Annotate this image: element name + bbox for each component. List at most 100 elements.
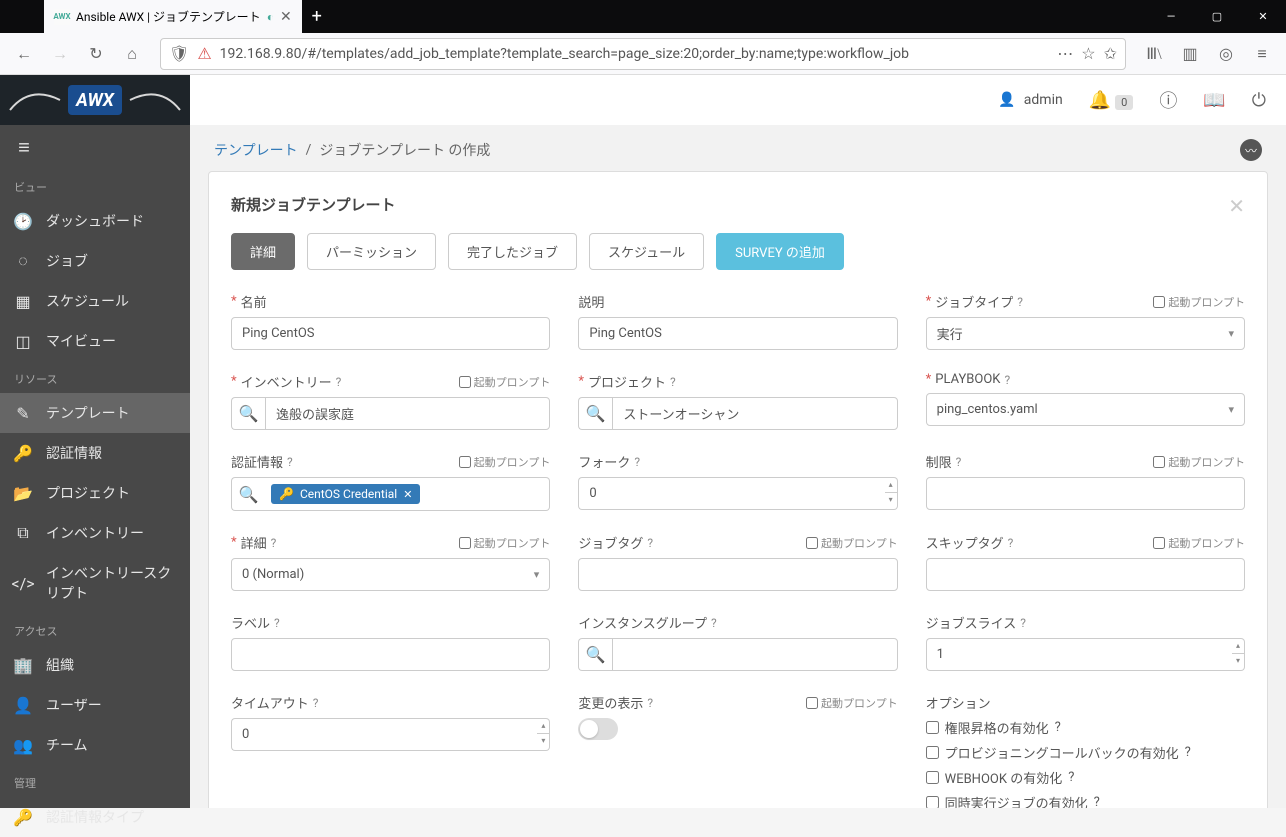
timeout-input[interactable]: [231, 718, 537, 751]
search-icon[interactable]: 🔍: [231, 397, 265, 430]
help-icon[interactable]: ?: [647, 536, 653, 550]
playbook-select[interactable]: ping_centos.yaml: [926, 393, 1245, 426]
tab-permissions[interactable]: パーミッション: [307, 233, 436, 270]
help-icon[interactable]: ?: [1094, 795, 1100, 808]
credentials-prompt-checkbox[interactable]: [459, 456, 471, 468]
instance-groups-input[interactable]: [612, 638, 897, 671]
new-tab-icon[interactable]: +: [312, 6, 322, 27]
limit-prompt-checkbox[interactable]: [1153, 456, 1165, 468]
reader-icon[interactable]: ☆: [1081, 44, 1095, 63]
sidebar-item-inventories[interactable]: ⧉インベントリー: [0, 513, 190, 553]
label-input[interactable]: [231, 638, 550, 671]
window-maximize-icon[interactable]: ▢: [1194, 0, 1240, 33]
hamburger-icon[interactable]: ≡: [0, 125, 48, 169]
refresh-icon[interactable]: ↻: [80, 38, 112, 70]
docs-icon[interactable]: 📖: [1203, 90, 1225, 111]
help-icon[interactable]: ?: [711, 616, 717, 630]
shield-icon[interactable]: 🛡: [169, 44, 189, 63]
panel-close-icon[interactable]: ✕: [1228, 194, 1245, 218]
window-minimize-icon[interactable]: —: [1148, 0, 1194, 33]
sidebar-item-organizations[interactable]: 🏢組織: [0, 645, 190, 685]
sidebar-item-users[interactable]: 👤ユーザー: [0, 685, 190, 725]
stepper-up-icon[interactable]: ▴: [1232, 639, 1244, 654]
power-icon[interactable]: ⏻: [1252, 90, 1266, 111]
activity-icon[interactable]: 〰: [1240, 139, 1262, 161]
tab-details[interactable]: 詳細: [231, 233, 295, 270]
tab-add-survey[interactable]: SURVEY の追加: [716, 233, 844, 270]
library-icon[interactable]: Ⅲ\: [1138, 38, 1170, 70]
sidebar-item-inventory-scripts[interactable]: </>インベントリースクリプト: [0, 553, 190, 613]
search-icon[interactable]: 🔍: [231, 477, 265, 511]
jobtags-input[interactable]: [578, 558, 897, 591]
forks-input[interactable]: [578, 477, 884, 510]
name-input[interactable]: [231, 317, 550, 350]
help-icon[interactable]: ?: [1185, 745, 1191, 760]
option-concurrent[interactable]: [926, 796, 939, 808]
credentials-box[interactable]: 🔑CentOS Credential✕: [265, 477, 550, 511]
help-icon[interactable]: ?: [670, 375, 676, 389]
notifications-button[interactable]: 🔔0: [1089, 90, 1134, 111]
help-icon[interactable]: ?: [271, 536, 277, 550]
option-webhook[interactable]: [926, 771, 939, 784]
search-icon[interactable]: 🔍: [578, 638, 612, 671]
menu-icon[interactable]: ≡: [1246, 38, 1278, 70]
tab-close-icon[interactable]: ✕: [280, 9, 292, 25]
option-provisioning[interactable]: [926, 746, 939, 759]
more-icon[interactable]: ⋯: [1057, 44, 1073, 63]
help-icon[interactable]: ?: [1020, 616, 1026, 630]
tab-schedules[interactable]: スケジュール: [589, 233, 704, 270]
sidebar-item-templates[interactable]: ✎テンプレート: [0, 393, 190, 433]
project-input[interactable]: [612, 397, 897, 430]
inventory-input[interactable]: [265, 397, 550, 430]
jobtype-select[interactable]: 実行: [926, 317, 1245, 350]
stepper-down-icon[interactable]: ▾: [1232, 654, 1244, 668]
home-icon[interactable]: ⌂: [116, 38, 148, 70]
help-icon[interactable]: ?: [1017, 295, 1023, 309]
sidebar-item-teams[interactable]: 👥チーム: [0, 725, 190, 765]
tab-completed-jobs[interactable]: 完了したジョブ: [448, 233, 577, 270]
sidebar-icon[interactable]: ▥: [1174, 38, 1206, 70]
job-slices-input[interactable]: [926, 638, 1232, 671]
account-icon[interactable]: ◎: [1210, 38, 1242, 70]
sidebar-item-dashboard[interactable]: 🕑ダッシュボード: [0, 201, 190, 241]
stepper-up-icon[interactable]: ▴: [885, 478, 897, 493]
help-icon[interactable]: ?: [1008, 536, 1014, 550]
help-icon[interactable]: ?: [313, 696, 319, 710]
forward-icon[interactable]: →: [44, 38, 76, 70]
limit-input[interactable]: [926, 477, 1245, 510]
detail-select[interactable]: 0 (Normal): [231, 558, 550, 591]
inventory-prompt-checkbox[interactable]: [459, 376, 471, 388]
skiptags-prompt-checkbox[interactable]: [1153, 537, 1165, 549]
help-icon[interactable]: ?: [287, 455, 293, 469]
detail-prompt-checkbox[interactable]: [459, 537, 471, 549]
star-icon[interactable]: ✩: [1104, 44, 1117, 63]
url-bar[interactable]: 🛡 ⚠ 192.168.9.80/#/templates/add_job_tem…: [160, 38, 1126, 70]
stepper-down-icon[interactable]: ▾: [885, 493, 897, 507]
back-icon[interactable]: ←: [8, 38, 40, 70]
search-icon[interactable]: 🔍: [578, 397, 612, 430]
sidebar-item-myview[interactable]: ◫マイビュー: [0, 321, 190, 361]
jobtags-prompt-checkbox[interactable]: [806, 537, 818, 549]
skiptags-input[interactable]: [926, 558, 1245, 591]
sidebar-item-projects[interactable]: 📂プロジェクト: [0, 473, 190, 513]
help-icon[interactable]: ?: [1055, 720, 1061, 735]
description-input[interactable]: [578, 317, 897, 350]
credential-chip[interactable]: 🔑CentOS Credential✕: [271, 484, 420, 504]
sidebar-item-cred-types[interactable]: 🔑認証情報タイプ: [0, 797, 190, 837]
jobtype-prompt-checkbox[interactable]: [1153, 296, 1165, 308]
breadcrumb-templates[interactable]: テンプレート: [214, 140, 298, 160]
help-icon[interactable]: ?: [1068, 770, 1074, 785]
showchanges-prompt-checkbox[interactable]: [806, 697, 818, 709]
url-text[interactable]: 192.168.9.80/#/templates/add_job_templat…: [220, 46, 1050, 62]
stepper-up-icon[interactable]: ▴: [537, 719, 549, 734]
help-icon[interactable]: ?: [1004, 373, 1010, 387]
sidebar-item-credentials[interactable]: 🔑認証情報: [0, 433, 190, 473]
help-icon[interactable]: ?: [647, 696, 653, 710]
help-icon[interactable]: ?: [634, 455, 640, 469]
sidebar-item-schedules[interactable]: ▦スケジュール: [0, 281, 190, 321]
chip-remove-icon[interactable]: ✕: [403, 488, 412, 501]
option-priv-escalation[interactable]: [926, 721, 939, 734]
help-icon[interactable]: ?: [336, 375, 342, 389]
browser-tab[interactable]: AWX Ansible AWX | ジョブテンプレート ◐ ✕: [44, 0, 302, 33]
showchanges-toggle[interactable]: [578, 718, 618, 740]
